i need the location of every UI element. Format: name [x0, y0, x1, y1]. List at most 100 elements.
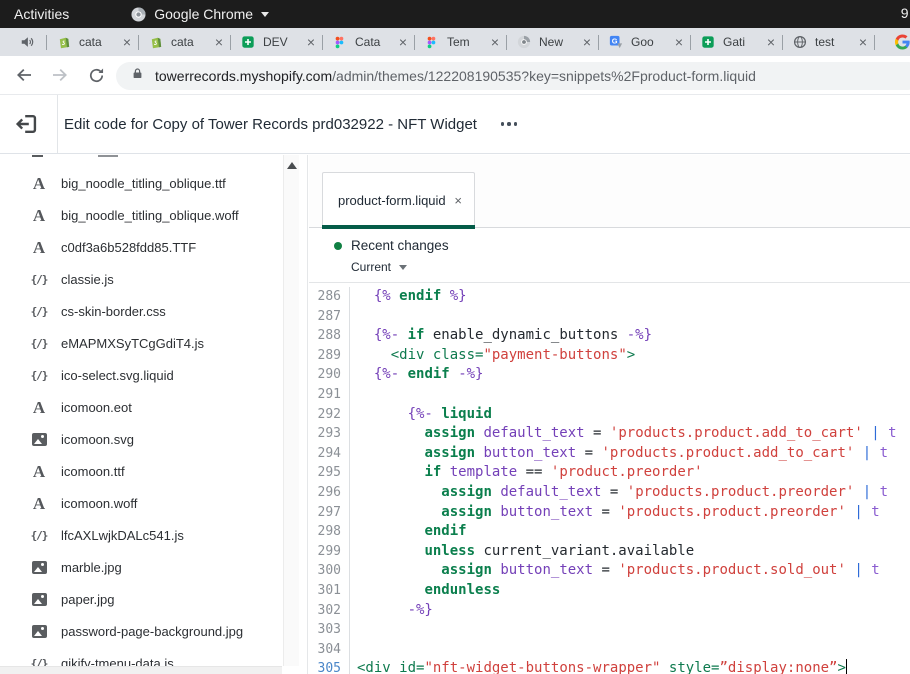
line-number: 286 [309, 287, 350, 307]
browser-tab-cata[interactable]: cata× [47, 28, 138, 56]
file-item[interactable]: icomoon.svg [0, 423, 307, 455]
code-area[interactable]: 286 {% endif %}287288 {%- if enable_dyna… [309, 285, 910, 674]
back-button[interactable] [12, 63, 36, 87]
line-number: 298 [309, 522, 350, 542]
reload-button[interactable] [84, 63, 108, 87]
code-line[interactable]: 288 {%- if enable_dynamic_buttons -%} [309, 326, 910, 346]
sidebar-scrollbar[interactable] [283, 155, 299, 666]
code-line[interactable]: 301 endunless [309, 581, 910, 601]
code-line[interactable]: 287 [309, 307, 910, 327]
tab-title: Gati [723, 35, 760, 49]
file-item[interactable]: Aicomoon.woff [0, 487, 307, 519]
code-line[interactable]: 302 -%} [309, 601, 910, 621]
code-line[interactable]: 305<div id="nft-widget-buttons-wrapper" … [309, 659, 910, 674]
code-line[interactable]: 290 {%- endif -%} [309, 365, 910, 385]
file-item[interactable]: {/}cs-skin-border.css [0, 295, 307, 327]
code-line[interactable]: 286 {% endif %} [309, 287, 910, 307]
file-item[interactable]: {/}lfcAXLwjkDALc541.js [0, 519, 307, 551]
code-line[interactable]: 289 <div class="payment-buttons"> [309, 346, 910, 366]
line-number: 303 [309, 620, 350, 640]
sheets-icon [701, 35, 716, 50]
browser-tab-dev[interactable]: DEV× [231, 28, 322, 56]
forward-button[interactable] [48, 63, 72, 87]
file-item[interactable]: {/}eMAPMXSyTCgGdiT4.js [0, 327, 307, 359]
code-line[interactable]: 298 endif [309, 522, 910, 542]
scroll-up-arrow-icon[interactable] [287, 162, 297, 169]
file-item[interactable]: {/}classie.js [0, 263, 307, 295]
line-number: 296 [309, 483, 350, 503]
code-text: assign button_text = 'products.product.p… [350, 503, 880, 523]
browser-tab-cata[interactable]: cata× [139, 28, 230, 56]
code-line[interactable]: 291 [309, 385, 910, 405]
file-name: eMAPMXSyTCgGdiT4.js [61, 336, 204, 351]
tab-close-icon[interactable]: × [215, 35, 223, 49]
line-number: 304 [309, 640, 350, 660]
code-line[interactable]: 296 assign default_text = 'products.prod… [309, 483, 910, 503]
file-item[interactable]: paper.jpg [0, 583, 307, 615]
file-item[interactable]: Abig_noodle_titling_oblique.ttf [0, 167, 307, 199]
code-text [350, 620, 357, 640]
tab-close-icon[interactable]: × [675, 35, 683, 49]
code-line[interactable]: 304 [309, 640, 910, 660]
code-line[interactable]: 292 {%- liquid [309, 405, 910, 425]
version-dropdown[interactable]: Current [351, 260, 431, 274]
browser-tab-test[interactable]: test× [783, 28, 874, 56]
tab-close-icon[interactable]: × [307, 35, 315, 49]
address-bar[interactable]: towerrecords.myshopify.com/admin/themes/… [116, 62, 910, 90]
code-line[interactable]: 303 [309, 620, 910, 640]
lock-icon[interactable] [131, 67, 144, 85]
file-item[interactable]: Abig_noodle_titling_oblique.woff [0, 199, 307, 231]
sidebar-horizontal-scrollbar[interactable] [0, 666, 282, 674]
file-item[interactable]: Aicomoon.ttf [0, 455, 307, 487]
file-item[interactable]: {/}ico-select.svg.liquid [0, 359, 307, 391]
code-line[interactable]: 293 assign default_text = 'products.prod… [309, 424, 910, 444]
file-item[interactable]: marble.jpg [0, 551, 307, 583]
app-menu[interactable]: Google Chrome [131, 6, 269, 22]
file-item[interactable]: Ac0df3a6b528fdd85.TTF [0, 231, 307, 263]
tab-close-icon[interactable]: × [491, 35, 499, 49]
editor-tab-close-icon[interactable]: × [454, 193, 462, 208]
browser-tab[interactable] [0, 28, 46, 56]
code-line[interactable]: 294 assign button_text = 'products.produ… [309, 444, 910, 464]
clock[interactable]: 9 A [901, 5, 910, 21]
code-text: {%- if enable_dynamic_buttons -%} [350, 326, 652, 346]
tab-close-icon[interactable]: × [399, 35, 407, 49]
code-line[interactable]: 300 assign button_text = 'products.produ… [309, 561, 910, 581]
browser-tab-new[interactable]: New× [507, 28, 598, 56]
line-number: 295 [309, 463, 350, 483]
code-line[interactable]: 297 assign button_text = 'products.produ… [309, 503, 910, 523]
code-editor: product-form.liquid × Recent changes Cur… [309, 155, 910, 674]
line-number: 292 [309, 405, 350, 425]
code-text: endunless [350, 581, 500, 601]
code-line[interactable]: 295 if template == 'product.preorder' [309, 463, 910, 483]
font-file-icon: A [28, 495, 50, 512]
code-line[interactable]: 299 unless current_variant.available [309, 542, 910, 562]
editor-tab-product-form[interactable]: product-form.liquid × [322, 172, 475, 228]
file-name: password-page-background.jpg [61, 624, 243, 639]
browser-tab-tem[interactable]: Tem× [415, 28, 506, 56]
browser-tab[interactable] [875, 28, 910, 56]
tab-close-icon[interactable]: × [767, 35, 775, 49]
browser-tab-goo[interactable]: GGoo× [599, 28, 690, 56]
code-text: if template == 'product.preorder' [350, 463, 703, 483]
browser-tab-cata[interactable]: Cata × [323, 28, 414, 56]
clipped-item-fragment [32, 155, 43, 157]
google-icon [895, 35, 910, 50]
tab-close-icon[interactable]: × [123, 35, 131, 49]
tab-title: Cata [355, 35, 392, 49]
svg-text:G: G [612, 36, 618, 45]
tab-close-icon[interactable]: × [583, 35, 591, 49]
file-item[interactable]: password-page-background.jpg [0, 615, 307, 647]
code-text: {%- endif -%} [350, 365, 483, 385]
activities-button[interactable]: Activities [14, 6, 69, 22]
code-text [350, 385, 357, 405]
code-file-icon: {/} [28, 369, 50, 382]
image-file-icon [28, 433, 50, 446]
more-actions-button[interactable] [497, 116, 522, 132]
app-menu-label: Google Chrome [154, 6, 253, 22]
tab-close-icon[interactable]: × [859, 35, 867, 49]
line-number: 291 [309, 385, 350, 405]
file-item[interactable]: Aicomoon.eot [0, 391, 307, 423]
browser-tab-gati[interactable]: Gati × [691, 28, 782, 56]
exit-code-editor-button[interactable] [15, 111, 41, 137]
